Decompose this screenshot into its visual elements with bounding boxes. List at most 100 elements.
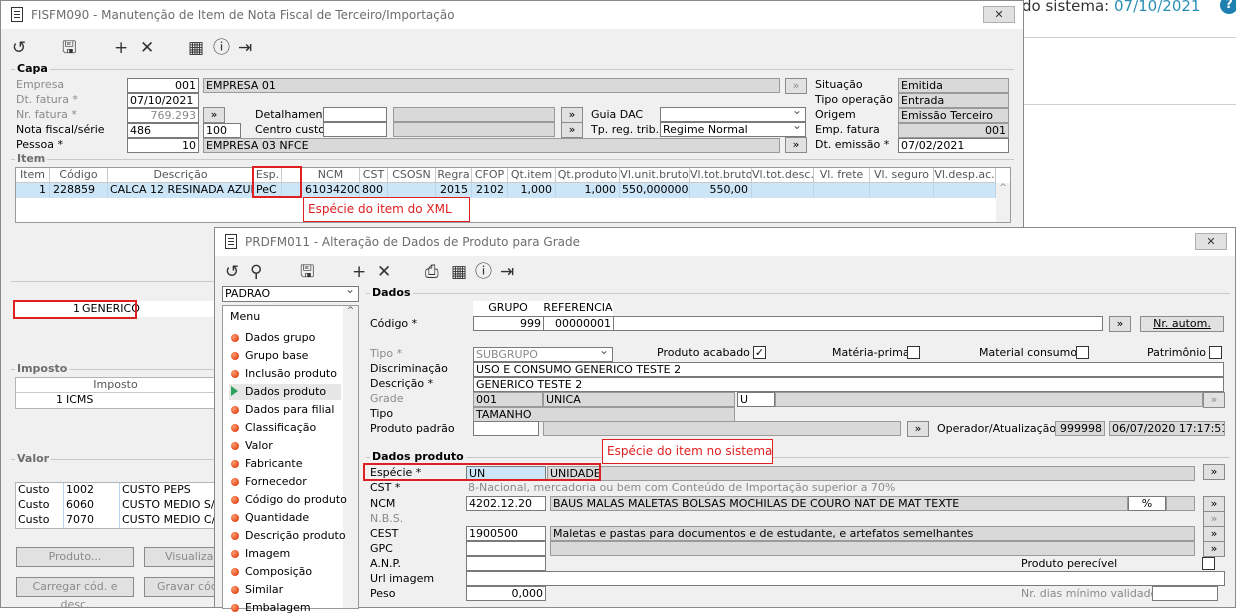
grade-u-field[interactable]: U [737, 392, 775, 407]
produto-padrao-more-button[interactable]: » [907, 421, 929, 437]
material-consumo-checkbox[interactable] [1076, 346, 1089, 359]
cst-value[interactable]: 8-Nacional, mercadoria ou bem com Conteú… [468, 481, 895, 495]
nr-fatura-more-button[interactable]: » [203, 107, 225, 123]
col-header[interactable]: Descrição [108, 168, 254, 183]
guia-dac-select[interactable] [660, 107, 806, 122]
menu-item[interactable]: Fabricante [231, 457, 302, 471]
col-header[interactable]: Vl. frete [814, 168, 870, 183]
gravar-button[interactable]: Gravar cód [144, 577, 224, 597]
col-header[interactable]: Item [16, 168, 50, 183]
calendar-icon[interactable]: ▦ [451, 262, 467, 282]
grade-more-button[interactable]: » [1203, 392, 1225, 408]
grid-scrollbar[interactable]: ^ [996, 183, 1010, 222]
col-header[interactable]: Vl.unit.bruto [620, 168, 690, 183]
help-icon[interactable]: ? [1220, 0, 1236, 14]
produto-button[interactable]: Produto... [16, 547, 134, 567]
help-icon[interactable]: ⓘ [475, 262, 492, 282]
tp-reg-trib-select[interactable]: Regime Normal [660, 122, 806, 137]
menu-scrollbar[interactable]: ^ [343, 306, 358, 608]
empresa-lookup-button[interactable]: » [785, 78, 807, 94]
exit-icon[interactable]: ⇥ [500, 262, 514, 282]
serie-field[interactable]: 100 [203, 123, 241, 138]
col-header[interactable]: Vl. seguro [870, 168, 934, 183]
produto-perecivel-checkbox[interactable] [1202, 557, 1215, 570]
grupo-field[interactable]: 999 [473, 316, 544, 331]
detalhamento-field[interactable] [323, 107, 387, 122]
table-row[interactable]: Custo 6060 CUSTO MEDIO S/ IM [16, 498, 216, 513]
save-icon[interactable]: 🖫 [300, 262, 314, 282]
codigo-more-button[interactable]: » [1109, 316, 1131, 332]
col-header[interactable]: Vl.tot.bruto [690, 168, 752, 183]
help-icon[interactable]: ⓘ [213, 38, 230, 58]
print-icon[interactable]: ⎙ [425, 262, 439, 282]
menu-item[interactable]: Valor [231, 439, 273, 453]
calendar-icon[interactable]: ▦ [188, 38, 204, 58]
add-icon[interactable]: + [114, 38, 128, 58]
carregar-button[interactable]: Carregar cód. e desc. [16, 577, 134, 611]
col-header[interactable]: NCM [302, 168, 360, 183]
empresa-code-field[interactable]: 001 [127, 78, 199, 93]
materia-prima-checkbox[interactable] [907, 346, 920, 359]
close-window-button[interactable]: ✕ [983, 6, 1015, 23]
detalhamento-more-button[interactable]: » [561, 107, 583, 123]
nr-autom-button[interactable]: Nr. autom. [1140, 316, 1224, 332]
col-header[interactable]: Vl.tot.desc. [752, 168, 814, 183]
col-header[interactable]: CSOSN [388, 168, 436, 183]
centro-custo-field[interactable] [323, 122, 387, 137]
undo-icon[interactable]: ↺ [225, 262, 239, 282]
url-imagem-field[interactable] [466, 571, 1225, 586]
menu-item-active[interactable]: Dados produto [229, 384, 341, 400]
nr-fatura-field[interactable]: 769.293 [127, 108, 199, 123]
close-window-button[interactable]: ✕ [1195, 233, 1227, 250]
menu-item[interactable]: Classificação [231, 421, 316, 435]
menu-item[interactable]: Composição [231, 565, 312, 579]
menu-item[interactable]: Grupo base [231, 349, 308, 363]
patrimonio-checkbox[interactable] [1209, 346, 1222, 359]
descricao-field[interactable]: GENERICO TESTE 2 [473, 377, 1224, 392]
search-icon[interactable]: ⚲ [250, 262, 262, 282]
discriminacao-field[interactable]: USO E CONSUMO GENERICO TESTE 2 [473, 362, 1224, 377]
save-icon[interactable]: 🖫 [62, 38, 76, 58]
gpc-field[interactable] [466, 541, 546, 556]
ncm-field[interactable]: 4202.12.20 [466, 496, 546, 511]
tipo-select[interactable]: SUBGRUPO [473, 347, 613, 362]
centro-custo-more-button[interactable]: » [561, 122, 583, 138]
col-header[interactable]: CFOP [472, 168, 508, 183]
delete-icon[interactable]: ✕ [140, 38, 154, 58]
menu-item[interactable]: Fornecedor [231, 475, 307, 489]
menu-item[interactable]: Imagem [231, 547, 290, 561]
col-header[interactable]: Código [50, 168, 108, 183]
delete-icon[interactable]: ✕ [377, 262, 391, 282]
padrao-select[interactable]: PADRAO [222, 286, 359, 302]
menu-item[interactable]: Inclusão produto [231, 367, 337, 381]
menu-item[interactable]: Descrição produto [231, 529, 346, 543]
pessoa-lookup-button[interactable]: » [785, 137, 807, 153]
referencia-field[interactable]: 00000001 [543, 316, 614, 331]
dt-emissao-field[interactable]: 07/02/2021 [898, 138, 1009, 153]
nota-fiscal-field[interactable]: 486 [127, 123, 199, 138]
menu-item[interactable]: Código do produto [231, 493, 347, 507]
especie-more-button[interactable]: » [1203, 464, 1225, 480]
table-row[interactable]: 1 228859 CALCA 12 RESINADA AZUL M PeC 61… [16, 183, 996, 198]
col-header[interactable]: Vl.desp.ac. [934, 168, 996, 183]
col-header[interactable]: Qt.item [508, 168, 556, 183]
nbs-more-button[interactable]: » [1203, 511, 1225, 527]
dt-fatura-field[interactable]: 07/10/2021 [127, 93, 199, 108]
peso-field[interactable]: 0,000 [466, 586, 546, 601]
cest-field[interactable]: 1900500 [466, 526, 546, 541]
menu-item[interactable]: Embalagem [231, 601, 311, 615]
produto-padrao-field[interactable] [473, 421, 539, 436]
table-row[interactable]: Custo 1002 CUSTO PEPS [16, 483, 216, 498]
table-row[interactable]: Custo 7070 CUSTO MEDIO C/ IM [16, 513, 216, 528]
col-header[interactable]: CST [360, 168, 388, 183]
menu-item[interactable]: Quantidade [231, 511, 309, 525]
exit-icon[interactable]: ⇥ [238, 38, 252, 58]
anp-field[interactable] [466, 556, 546, 571]
ncm-pct-field[interactable]: % [1128, 496, 1166, 511]
menu-item[interactable]: Dados para filial [231, 403, 334, 417]
undo-icon[interactable]: ↺ [12, 38, 26, 58]
pessoa-code-field[interactable]: 10 [127, 138, 199, 153]
menu-item[interactable]: Dados grupo [231, 331, 315, 345]
col-header[interactable]: Imposto [16, 378, 216, 393]
produto-acabado-checkbox[interactable]: ✓ [753, 346, 766, 359]
